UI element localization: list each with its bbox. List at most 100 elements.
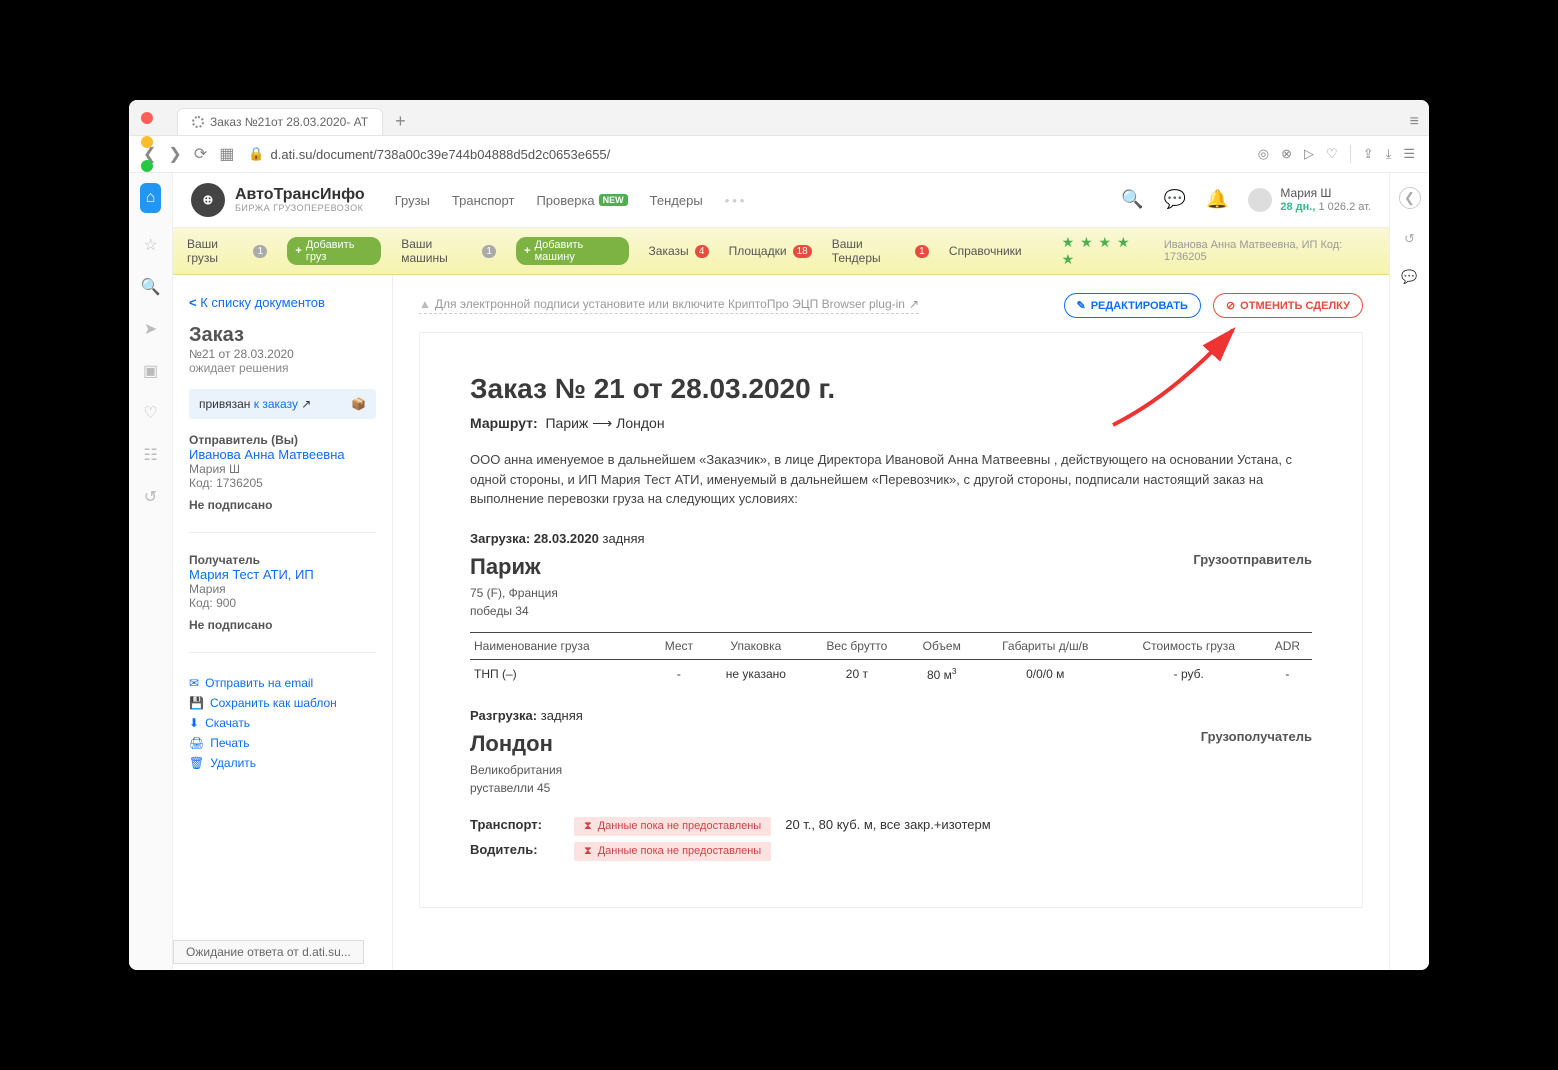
cancel-deal-button[interactable]: ⊘ ОТМЕНИТЬ СДЕЛКУ bbox=[1213, 293, 1363, 318]
action-send-email[interactable]: ✉Отправить на email bbox=[189, 673, 376, 693]
subnav-your-trucks[interactable]: Ваши машины1 bbox=[401, 237, 496, 265]
new-tab-button[interactable]: + bbox=[389, 109, 412, 134]
to-city: Лондон bbox=[470, 731, 1312, 757]
doc-sidebar: < К списку документов Заказ №21 от 28.03… bbox=[173, 275, 393, 970]
print-icon: 🖨 bbox=[189, 736, 204, 750]
new-badge: NEW bbox=[599, 194, 628, 206]
tab-title: Заказ №21от 28.03.2020- АТ bbox=[210, 115, 368, 129]
window-max-icon[interactable] bbox=[141, 160, 153, 172]
rail-heart-icon[interactable]: ♡ bbox=[143, 403, 157, 423]
download-icon: ⬇ bbox=[189, 716, 199, 730]
user-menu[interactable]: Мария Ш 28 дн., 1 026.2 ат. bbox=[1248, 186, 1371, 214]
nav-tenders[interactable]: Тендеры bbox=[650, 193, 703, 208]
consignor-label: Грузоотправитель bbox=[1193, 552, 1312, 567]
document-paper: Заказ № 21 от 28.03.2020 г. Маршрут: Пар… bbox=[419, 332, 1363, 908]
action-save-template[interactable]: 💾Сохранить как шаблон bbox=[189, 693, 376, 713]
rail-send-icon[interactable]: ➤ bbox=[144, 319, 157, 339]
share-icon[interactable]: ⇪ bbox=[1363, 146, 1374, 162]
back-to-list-link[interactable]: < К списку документов bbox=[189, 295, 376, 310]
history-icon[interactable]: ↺ bbox=[1404, 231, 1415, 247]
recip-sign-status: Не подписано bbox=[189, 618, 376, 632]
lock-icon: 🔒 bbox=[248, 146, 264, 162]
browser-tabs: Заказ №21от 28.03.2020- АТ + ≡ bbox=[129, 100, 1429, 136]
recip-head: Получатель bbox=[189, 553, 376, 567]
heart-icon[interactable]: ♡ bbox=[1326, 146, 1338, 162]
browser-toolbar: ❮ ❯ ⟳ ▦ 🔒 d.ati.su/document/738a00c39e74… bbox=[129, 136, 1429, 173]
hourglass-icon: ⧗ bbox=[584, 820, 592, 833]
subnav-add-truck[interactable]: +Добавить машину bbox=[516, 237, 628, 265]
window-min-icon[interactable] bbox=[141, 136, 153, 148]
subnav-your-tenders[interactable]: Ваши Тендеры1 bbox=[832, 237, 929, 265]
ext-right-rail: ❮ ↺ 💬 bbox=[1389, 173, 1429, 970]
tabs-menu-icon[interactable]: ≡ bbox=[1410, 113, 1419, 131]
sender-person: Мария Ш bbox=[189, 462, 376, 476]
rail-grid-icon[interactable]: ▣ bbox=[143, 361, 158, 381]
brand-sub: БИРЖА ГРУЗОПЕРЕВОЗОК bbox=[235, 204, 365, 214]
camera-icon[interactable]: ◎ bbox=[1258, 146, 1269, 162]
subnav-orders[interactable]: Заказы4 bbox=[649, 244, 709, 258]
apps-icon[interactable]: ▦ bbox=[219, 144, 234, 164]
ext-left-rail: ⌂ ☆ 🔍 ➤ ▣ ♡ ☷ ↺ bbox=[129, 173, 173, 970]
bell-icon[interactable]: 🔔 bbox=[1206, 189, 1228, 210]
sender-sign-status: Не подписано bbox=[189, 498, 376, 512]
chat-panel-icon[interactable]: 💬 bbox=[1401, 269, 1417, 285]
doc-intro: ООО анна именуемое в дальнейшем «Заказчи… bbox=[470, 450, 1312, 509]
action-delete[interactable]: 🗑Удалить bbox=[189, 753, 376, 773]
subnav-platforms[interactable]: Площадки18 bbox=[729, 244, 812, 258]
nav-check[interactable]: Проверка NEW bbox=[536, 193, 627, 208]
subnav-directory[interactable]: Справочники bbox=[949, 244, 1022, 258]
downloads-icon[interactable]: ⤓ bbox=[1386, 146, 1392, 162]
doc-number: №21 от 28.03.2020 bbox=[189, 347, 376, 361]
window-close-icon[interactable] bbox=[141, 112, 153, 124]
rail-clock-icon[interactable]: ↺ bbox=[144, 487, 157, 507]
loading-spinner-icon bbox=[192, 116, 204, 128]
browser-tab[interactable]: Заказ №21от 28.03.2020- АТ bbox=[177, 108, 383, 135]
sender-head: Отправитель (Вы) bbox=[189, 433, 376, 447]
hourglass-icon: ⧗ bbox=[584, 845, 592, 858]
transport-not-provided: ⧗Данные пока не предоставлены bbox=[574, 817, 771, 836]
nav-transport[interactable]: Транспорт bbox=[452, 193, 515, 208]
doc-title: Заказ № 21 от 28.03.2020 г. bbox=[470, 373, 1312, 405]
rating-stars-icon: ★ ★ ★ ★ ★ bbox=[1062, 234, 1144, 268]
collapse-panel-icon[interactable]: ❮ bbox=[1399, 187, 1421, 209]
table-row: ТНП (–) - не указано 20 т 80 м3 0/0/0 м … bbox=[470, 659, 1312, 688]
pencil-icon: ✎ bbox=[1077, 299, 1086, 312]
rail-search-icon[interactable]: 🔍 bbox=[141, 277, 161, 297]
to-region: Великобритания bbox=[470, 763, 1312, 777]
document-area: ▲ Для электронной подписи установите или… bbox=[393, 275, 1389, 970]
cargo-table: Наименование груза Мест Упаковка Вес бру… bbox=[470, 632, 1312, 688]
ext-icon-1[interactable]: ⊗ bbox=[1281, 146, 1292, 162]
sub-nav: Ваши грузы1 +Добавить груз Ваши машины1 … bbox=[173, 228, 1389, 275]
rail-home-icon[interactable]: ⌂ bbox=[140, 183, 162, 213]
recip-link[interactable]: Мария Тест АТИ, ИП bbox=[189, 567, 376, 582]
reload-icon[interactable]: ⟳ bbox=[194, 144, 207, 164]
subnav-add-cargo[interactable]: +Добавить груз bbox=[287, 237, 381, 265]
user-name: Мария Ш bbox=[1280, 186, 1371, 200]
action-download[interactable]: ⬇Скачать bbox=[189, 713, 376, 733]
browser-status-bar: Ожидание ответа от d.ati.su... bbox=[173, 940, 364, 964]
search-icon[interactable]: 🔍 bbox=[1121, 189, 1143, 210]
rail-shield-icon[interactable]: ☆ bbox=[143, 235, 157, 255]
firm-label: Иванова Анна Матвеевна, ИП Код: 1736205 bbox=[1164, 239, 1375, 263]
load-head: Загрузка: 28.03.2020 задняя bbox=[470, 531, 1312, 546]
subnav-your-cargo[interactable]: Ваши грузы1 bbox=[187, 237, 267, 265]
nav-cargo[interactable]: Грузы bbox=[395, 193, 430, 208]
trash-icon: 🗑 bbox=[189, 756, 204, 770]
brand-logo-icon[interactable]: ⊕ bbox=[191, 183, 225, 217]
address-bar[interactable]: 🔒 d.ati.su/document/738a00c39e744b04888d… bbox=[248, 146, 1243, 162]
linked-order-box[interactable]: привязан к заказу ↗ 📦 bbox=[189, 389, 376, 419]
action-print[interactable]: 🖨Печать bbox=[189, 733, 376, 753]
sender-link[interactable]: Иванова Анна Матвеевна bbox=[189, 447, 376, 462]
driver-row: Водитель: ⧗Данные пока не предоставлены bbox=[470, 842, 1312, 861]
ext-icon-2[interactable]: ▷ bbox=[1304, 146, 1314, 162]
brand-name: АвтоТрансИнфо bbox=[235, 186, 365, 204]
edit-button[interactable]: ✎ РЕДАКТИРОВАТЬ bbox=[1064, 293, 1201, 318]
sidebar-icon[interactable]: ☰ bbox=[1403, 146, 1415, 162]
nav-more-icon[interactable]: ••• bbox=[725, 193, 748, 208]
forward-icon[interactable]: ❯ bbox=[168, 144, 181, 164]
chat-icon[interactable]: 💬 bbox=[1164, 189, 1186, 210]
crypto-warning-link[interactable]: ▲ Для электронной подписи установите или… bbox=[419, 297, 919, 314]
from-city: Париж bbox=[470, 554, 1312, 580]
rail-news-icon[interactable]: ☷ bbox=[143, 445, 157, 465]
route-line: Маршрут: Париж ⟶ Лондон bbox=[470, 415, 1312, 432]
